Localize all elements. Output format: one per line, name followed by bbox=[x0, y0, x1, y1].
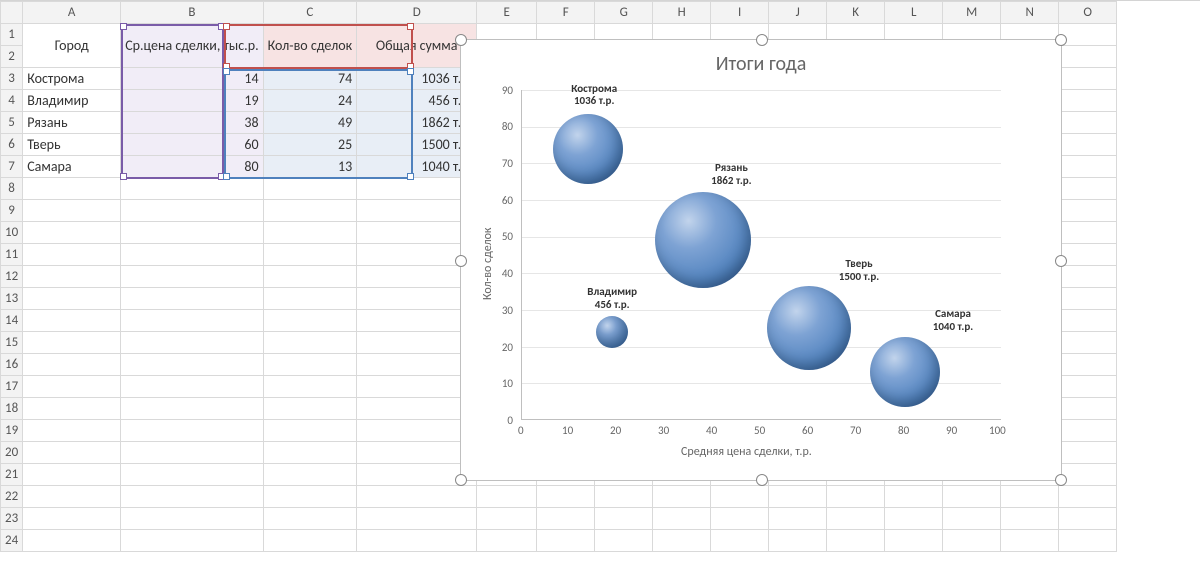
col-header[interactable]: F bbox=[537, 2, 595, 24]
cell[interactable]: 74 bbox=[263, 68, 357, 90]
x-tick: 10 bbox=[562, 424, 573, 437]
cell[interactable]: Тверь bbox=[23, 134, 121, 156]
row-header[interactable]: 2 bbox=[1, 46, 23, 68]
data-label: Кострома1036 т.р. bbox=[554, 83, 634, 108]
x-axis-label[interactable]: Средняя цена сделки, т.р. bbox=[681, 445, 812, 459]
col-header[interactable]: A bbox=[23, 2, 121, 24]
row-header[interactable]: 6 bbox=[1, 134, 23, 156]
embedded-chart[interactable]: Итоги года Кострома1036 т.р. bbox=[460, 39, 1062, 481]
y-axis-label[interactable]: Кол-во сделок bbox=[481, 228, 495, 301]
resize-handle[interactable] bbox=[1055, 255, 1067, 267]
x-tick: 50 bbox=[754, 424, 765, 437]
cell[interactable]: Кострома bbox=[23, 68, 121, 90]
cell[interactable]: Рязань bbox=[23, 112, 121, 134]
data-label: Самара1040 т.р. bbox=[913, 308, 993, 333]
col-header[interactable]: L bbox=[885, 2, 943, 24]
cell[interactable]: 49 bbox=[263, 112, 357, 134]
col-header[interactable]: G bbox=[595, 2, 653, 24]
col-header[interactable]: D bbox=[357, 2, 477, 24]
cell[interactable]: Самара bbox=[23, 156, 121, 178]
cell[interactable]: 1500 т.р. bbox=[357, 134, 477, 156]
data-label: Рязань1862 т.р. bbox=[691, 162, 771, 187]
bubble-samara[interactable] bbox=[870, 337, 940, 407]
cell[interactable]: 14 bbox=[121, 68, 263, 90]
col-header[interactable]: I bbox=[711, 2, 769, 24]
col-header[interactable]: E bbox=[477, 2, 537, 24]
y-tick: 70 bbox=[502, 157, 513, 170]
col-header[interactable]: K bbox=[827, 2, 885, 24]
cell[interactable]: 1040 т.р. bbox=[357, 156, 477, 178]
x-tick: 100 bbox=[989, 424, 1006, 437]
resize-handle[interactable] bbox=[756, 474, 768, 486]
x-tick: 40 bbox=[706, 424, 717, 437]
y-tick: 40 bbox=[502, 267, 513, 280]
resize-handle[interactable] bbox=[455, 255, 467, 267]
cell-city-header[interactable]: Город bbox=[23, 24, 121, 68]
col-header[interactable]: O bbox=[1059, 2, 1117, 24]
y-tick: 80 bbox=[502, 120, 513, 133]
y-tick: 20 bbox=[502, 341, 513, 354]
cell[interactable]: 60 bbox=[121, 134, 263, 156]
cell[interactable]: 19 bbox=[121, 90, 263, 112]
row-header[interactable]: 5 bbox=[1, 112, 23, 134]
cell[interactable]: Владимир bbox=[23, 90, 121, 112]
chart-title[interactable]: Итоги года bbox=[461, 52, 1061, 76]
col-header[interactable]: N bbox=[1001, 2, 1059, 24]
cell[interactable]: 24 bbox=[263, 90, 357, 112]
resize-handle[interactable] bbox=[1055, 34, 1067, 46]
resize-handle[interactable] bbox=[455, 34, 467, 46]
col-header[interactable]: B bbox=[121, 2, 263, 24]
select-all-corner[interactable] bbox=[1, 2, 23, 24]
row-header[interactable]: 7 bbox=[1, 156, 23, 178]
col-header[interactable]: C bbox=[263, 2, 357, 24]
y-tick: 30 bbox=[502, 304, 513, 317]
x-tick: 30 bbox=[658, 424, 669, 437]
row-header[interactable]: 1 bbox=[1, 24, 23, 46]
bubble-tver[interactable] bbox=[767, 286, 851, 370]
y-tick: 10 bbox=[502, 377, 513, 390]
x-tick: 20 bbox=[610, 424, 621, 437]
cell-deals-header[interactable]: Кол-во сделок bbox=[263, 24, 357, 68]
resize-handle[interactable] bbox=[1055, 474, 1067, 486]
data-label: Тверь1500 т.р. bbox=[819, 258, 899, 283]
cell[interactable]: 25 bbox=[263, 134, 357, 156]
plot-area[interactable]: Кострома1036 т.р. Владимир456 т.р. Рязан… bbox=[521, 90, 1001, 420]
cell[interactable]: 13 bbox=[263, 156, 357, 178]
bubble-vladimir[interactable] bbox=[596, 316, 628, 348]
col-header[interactable]: M bbox=[943, 2, 1001, 24]
col-header[interactable]: H bbox=[653, 2, 711, 24]
y-tick: 60 bbox=[502, 194, 513, 207]
y-tick: 0 bbox=[507, 414, 513, 427]
bubble-kostroma[interactable] bbox=[553, 114, 623, 184]
x-tick: 90 bbox=[946, 424, 957, 437]
x-tick: 0 bbox=[518, 424, 524, 437]
spreadsheet-area[interactable]: A B C D E F G H I J K L M N O 1 Город Ср… bbox=[0, 0, 1200, 568]
x-tick: 70 bbox=[850, 424, 861, 437]
cell-price-header[interactable]: Ср.цена сделки, тыс.р. bbox=[121, 24, 263, 68]
resize-handle[interactable] bbox=[455, 474, 467, 486]
row-header[interactable]: 4 bbox=[1, 90, 23, 112]
column-header-row[interactable]: A B C D E F G H I J K L M N O bbox=[1, 2, 1117, 24]
y-tick: 50 bbox=[502, 230, 513, 243]
cell[interactable]: 1036 т.р. bbox=[357, 68, 477, 90]
resize-handle[interactable] bbox=[756, 34, 768, 46]
col-header[interactable]: J bbox=[769, 2, 827, 24]
y-tick: 90 bbox=[502, 84, 513, 97]
cell[interactable]: 456 т.р. bbox=[357, 90, 477, 112]
x-tick: 80 bbox=[898, 424, 909, 437]
cell[interactable]: 1862 т.р. bbox=[357, 112, 477, 134]
cell[interactable]: 38 bbox=[121, 112, 263, 134]
cell[interactable]: 80 bbox=[121, 156, 263, 178]
data-label: Владимир456 т.р. bbox=[572, 286, 652, 311]
row-header[interactable]: 3 bbox=[1, 68, 23, 90]
x-tick: 60 bbox=[802, 424, 813, 437]
